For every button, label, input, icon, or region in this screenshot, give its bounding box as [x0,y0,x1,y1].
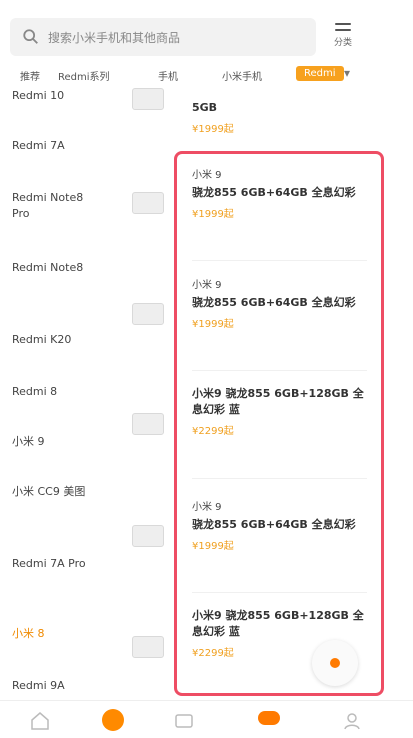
home-icon[interactable] [28,709,52,733]
sidebar-item[interactable]: Redmi K20 [12,332,96,348]
selection-highlight [174,151,384,696]
product-card[interactable]: 5GB ¥1999起 [192,100,367,135]
product-thumbnail[interactable] [132,525,164,547]
category-icon[interactable] [102,709,124,731]
floating-action-button[interactable] [312,640,358,686]
search-icon [23,29,38,44]
tab-redmi[interactable]: Redmi [296,66,344,81]
sidebar-item[interactable]: Redmi Note8 Pro [12,190,96,222]
search-input[interactable]: 搜索小米手机和其他商品 [48,29,180,46]
sidebar-item[interactable]: 小米 9 [12,434,96,450]
product-thumbnail[interactable] [132,303,164,325]
sidebar-item[interactable]: Redmi 9A [12,678,96,694]
bottom-nav [0,700,413,738]
sidebar: Redmi 10 Redmi 7A Redmi Note8 Pro Redmi … [0,86,108,698]
product-title: 5GB [192,101,218,114]
sidebar-item[interactable]: Redmi 10 [12,88,96,104]
tab-redmi-series[interactable]: Redmi系列 [58,68,110,83]
sidebar-item-active[interactable]: 小米 8 [12,626,96,642]
search-bar[interactable]: 搜索小米手机和其他商品 [10,18,316,56]
discover-icon[interactable] [172,709,196,733]
cart-icon[interactable] [258,711,280,725]
product-thumbnail[interactable] [132,192,164,214]
sidebar-item[interactable]: Redmi 7A Pro [12,556,96,572]
tab-phones[interactable]: 手机 [158,68,178,83]
tab-xiaomi-phones[interactable]: 小米手机 [222,68,262,83]
category-tabs: 推荐 Redmi系列 手机 小米手机 Redmi ▾ [0,64,413,88]
sidebar-item[interactable]: Redmi Note8 [12,260,96,276]
menu-icon-bar [335,28,351,31]
chevron-down-icon[interactable]: ▾ [344,66,350,80]
menu-icon [335,22,351,25]
dot-icon [330,658,340,668]
product-thumbnail[interactable] [132,413,164,435]
product-thumbnail[interactable] [132,88,164,110]
sidebar-item[interactable]: 小米 CC9 美图 [12,484,96,500]
menu-label: 分类 [333,37,352,48]
product-price: ¥1999起 [192,124,234,135]
category-menu-button[interactable]: 分类 [330,16,356,52]
sidebar-item[interactable]: Redmi 8 [12,384,96,400]
sidebar-item[interactable]: Redmi 7A [12,138,96,154]
tab-recommend[interactable]: 推荐 [20,68,40,83]
profile-icon[interactable] [340,709,364,733]
product-thumbnail[interactable] [132,636,164,658]
